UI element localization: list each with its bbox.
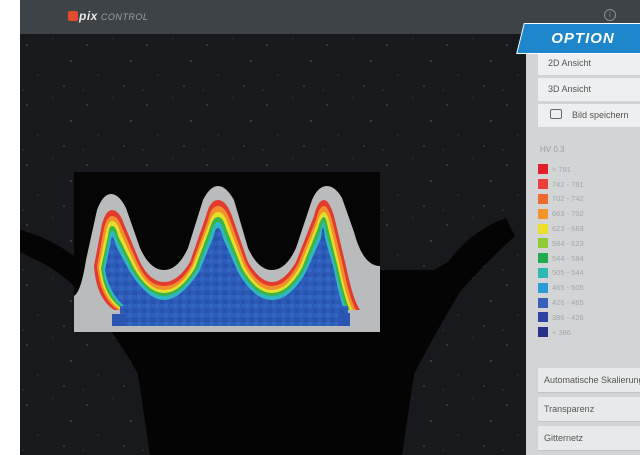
legend-row: 505 - 544 <box>538 266 638 281</box>
hardness-legend: > 781 742 - 781 702 - 742 663 - 702 623 - 66… <box>538 162 638 340</box>
2d-view-button[interactable]: 2D Ansicht <box>538 52 640 75</box>
legend-swatch <box>538 267 548 278</box>
legend-label: 623 - 663 <box>552 224 584 234</box>
legend-label: 702 - 742 <box>552 194 584 204</box>
legend-swatch <box>538 238 548 249</box>
legend-swatch <box>538 327 548 338</box>
grid-button[interactable]: Gitternetz <box>538 426 640 451</box>
legend-label: 386 - 426 <box>552 312 584 322</box>
hardness-map-canvas <box>20 34 526 455</box>
legend-row: 584 - 623 <box>538 236 638 251</box>
legend-label: 465 - 505 <box>552 283 584 293</box>
logo-subtext: CONTROL <box>100 12 149 22</box>
legend-row: 465 - 505 <box>538 280 638 295</box>
legend-row: > 781 <box>538 162 638 177</box>
option-banner: OPTION <box>516 23 640 54</box>
transparency-button[interactable]: Transparenz <box>538 397 640 422</box>
legend-swatch <box>538 282 548 293</box>
panel-options: Automatische Skalierung Transparenz Gitt… <box>538 368 640 455</box>
app-window: pix CONTROL i 2D Ansicht 3D Ansicht Bild… <box>20 0 640 455</box>
side-panel: 2D Ansicht 3D Ansicht Bild speichern HV … <box>526 34 640 455</box>
legend-label: 584 - 623 <box>552 238 584 248</box>
legend-row: 426 - 465 <box>538 295 638 310</box>
legend-row: 544 - 584 <box>538 251 638 266</box>
core-low-hardness-base <box>120 306 348 326</box>
auto-scale-button[interactable]: Automatische Skalierung <box>538 368 640 393</box>
camera-icon <box>550 109 562 119</box>
legend-label: < 386 <box>552 327 571 337</box>
legend-swatch <box>538 164 548 175</box>
legend-label: 426 - 465 <box>552 298 584 308</box>
legend-row: 702 - 742 <box>538 192 638 207</box>
legend-row: 386 - 426 <box>538 310 638 325</box>
legend-row: 742 - 781 <box>538 177 638 192</box>
save-image-button[interactable]: Bild speichern <box>538 104 640 127</box>
legend-swatch <box>538 312 548 323</box>
option-banner-label: OPTION <box>551 30 615 47</box>
legend-label: > 781 <box>552 164 571 174</box>
legend-swatch <box>538 179 548 190</box>
save-image-label: Bild speichern <box>572 110 629 120</box>
legend-swatch <box>538 297 548 308</box>
qpix-control-logo: pix CONTROL <box>68 9 148 23</box>
legend-swatch <box>538 253 548 264</box>
legend-label: 742 - 781 <box>552 179 584 189</box>
3d-view-button[interactable]: 3D Ansicht <box>538 78 640 101</box>
hardness-map-viewport[interactable] <box>20 34 526 455</box>
logo-mark-icon <box>68 11 78 21</box>
legend-row: 623 - 663 <box>538 221 638 236</box>
info-icon[interactable]: i <box>604 9 616 21</box>
legend-swatch <box>538 193 548 204</box>
logo-text: pix <box>79 9 98 23</box>
legend-label: 663 - 702 <box>552 209 584 219</box>
legend-row: 663 - 702 <box>538 206 638 221</box>
core-mottle-block <box>338 313 350 326</box>
legend-swatch <box>538 208 548 219</box>
legend-row: < 386 <box>538 325 638 340</box>
legend-label: 544 - 584 <box>552 253 584 263</box>
legend-label: 505 - 544 <box>552 268 584 278</box>
hardness-scale-label: HV 0.3 <box>540 145 565 154</box>
legend-swatch <box>538 223 548 234</box>
core-mottle-block <box>112 314 126 326</box>
